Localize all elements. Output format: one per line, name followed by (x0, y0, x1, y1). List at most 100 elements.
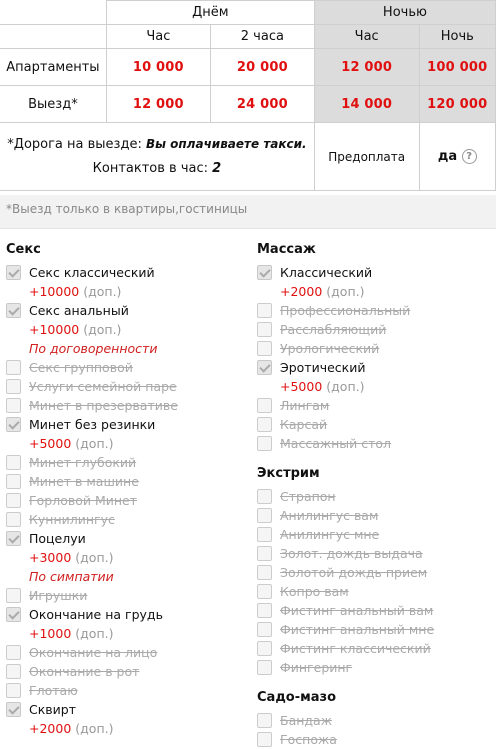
checkbox (6, 664, 21, 679)
extra-price: +2000 (доп.) (6, 719, 246, 738)
service-label: Золотой дождь прием (280, 565, 428, 580)
service-note: По договоренности (29, 341, 158, 356)
service-item: Секс анальный (6, 301, 246, 320)
price-cell: 20 000 (209, 48, 315, 86)
service-label: Минет в презервативе (29, 398, 178, 413)
service-item: Массажный стол (257, 434, 495, 453)
service-item: Анилингус мне (257, 525, 495, 544)
checkbox (257, 417, 272, 432)
checkbox (6, 360, 21, 375)
checkbox (6, 303, 21, 318)
checkbox (257, 360, 272, 375)
checkbox (6, 379, 21, 394)
checkbox (257, 398, 272, 413)
checkbox (6, 265, 21, 280)
service-label: Фистинг анальный мне (280, 622, 435, 637)
help-icon[interactable]: ? (461, 149, 477, 164)
service-item: Классический (257, 263, 495, 282)
night-header: Ночью (313, 0, 496, 25)
checkbox (257, 603, 272, 618)
service-label: Анилингус мне (280, 527, 380, 542)
checkbox (257, 732, 272, 747)
service-label: Окончание в рот (29, 664, 140, 679)
service-label: Минет глубокий (29, 455, 137, 470)
service-label: Копро вам (280, 584, 349, 599)
checkbox (6, 512, 21, 527)
extra-price-value: +2000 (280, 284, 323, 299)
checkbox (257, 584, 272, 599)
service-item: Бандаж (257, 711, 495, 730)
extra-price: +10000 (доп.) (6, 282, 246, 301)
service-item: Горловой Минет (6, 491, 246, 510)
col-night: Ночь (418, 24, 496, 49)
extra-price: +10000 (доп.) (6, 320, 246, 339)
checkbox (6, 683, 21, 698)
service-label: Карсай (280, 417, 328, 432)
service-item: Куннилингус (6, 510, 246, 529)
checkbox (6, 398, 21, 413)
checkbox (6, 645, 21, 660)
price-cell: 14 000 (313, 85, 420, 123)
service-item: Услуги семейной паре (6, 377, 246, 396)
extra-price-value: +5000 (29, 436, 72, 451)
service-item: Фистинг анальный вам (257, 601, 495, 620)
extra-price-value: +3000 (29, 550, 72, 565)
extra-price: +3000 (доп.) (6, 548, 246, 567)
service-label: Минет без резинки (29, 417, 156, 432)
road-value: Вы оплачиваете такси. (145, 137, 307, 151)
extra-price-suffix: (доп.) (75, 626, 114, 641)
service-item: Минет в машине (6, 472, 246, 491)
service-label: Массажный стол (280, 436, 392, 451)
section-title-sex: Секс (6, 242, 41, 257)
service-label: Окончание на грудь (29, 607, 163, 622)
prepay-cell: да ? (418, 122, 496, 191)
checkbox (6, 417, 21, 432)
col-2hours: 2 часа (209, 24, 315, 49)
service-label: Услуги семейной паре (29, 379, 177, 394)
service-label: Окончание на лицо (29, 645, 158, 660)
checkbox (257, 436, 272, 451)
service-item: Профессиональный (257, 301, 495, 320)
services-list: Классический +2000 (доп.) Профессиональный… (257, 263, 495, 453)
service-item: Копро вам (257, 582, 495, 601)
price-cell: 12 000 (313, 48, 420, 86)
contacts-value: 2 (212, 161, 222, 176)
table-row: Выезд* 12 000 24 000 14 000 120 000 (0, 85, 496, 123)
checkbox (6, 531, 21, 546)
service-label: Бандаж (280, 713, 332, 728)
service-item: Игрушки (6, 586, 246, 605)
extra-price-suffix: (доп.) (326, 379, 365, 394)
service-item: Минет в презервативе (6, 396, 246, 415)
checkbox (257, 508, 272, 523)
service-label: Секс анальный (29, 303, 129, 318)
price-table: Днём Ночью Час 2 часа Час Ночь Апартамен… (0, 0, 496, 191)
checkbox (257, 660, 272, 675)
service-item: Золот. дождь выдача (257, 544, 495, 563)
service-label: Сквирт (29, 702, 76, 717)
service-label: Классический (280, 265, 373, 280)
service-item: Окончание в рот (6, 662, 246, 681)
service-item: Минет без резинки (6, 415, 246, 434)
service-item: Расслабляющий (257, 320, 495, 339)
service-item: Окончание на грудь (6, 605, 246, 624)
checkbox (257, 322, 272, 337)
service-label: Лингам (280, 398, 330, 413)
service-label: Урологический (280, 341, 380, 356)
service-label: Фингеринг (280, 660, 353, 675)
extra-price: +5000 (доп.) (257, 377, 495, 396)
outcall-note: *Выезд только в квартиры,гостиницы (0, 195, 496, 229)
service-label: Расслабляющий (280, 322, 387, 337)
price-cell: 24 000 (209, 85, 315, 123)
service-item: Карсай (257, 415, 495, 434)
checkbox (257, 265, 272, 280)
row-label: Апартаменты (0, 48, 107, 86)
service-item: Фистинг классический (257, 639, 495, 658)
extra-price-value: +5000 (280, 379, 323, 394)
service-label: Глотаю (29, 683, 78, 698)
section-title-massage: Массаж (257, 242, 316, 257)
service-label: Анилингус вам (280, 508, 379, 523)
extra-price-suffix: (доп.) (326, 284, 365, 299)
day-header: Днём (105, 0, 315, 25)
services-left-column: Секс Секс классический +10000 (доп.) Секс … (6, 240, 246, 738)
extra-price: +2000 (доп.) (257, 282, 495, 301)
